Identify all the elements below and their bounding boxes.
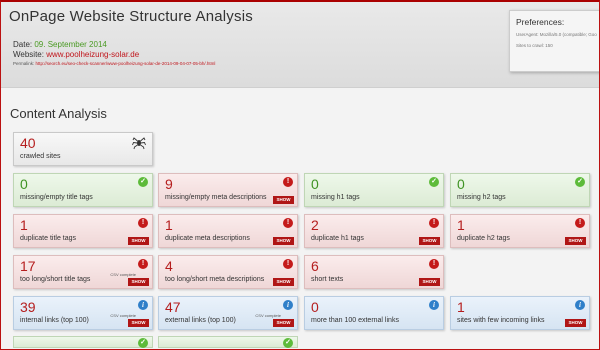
- check-icon: ✓: [575, 177, 585, 187]
- metric-card: 0 more than 100 external links i: [304, 296, 444, 330]
- metric-label: missing/empty meta descriptions: [165, 194, 267, 201]
- show-button[interactable]: SHOW: [128, 278, 149, 286]
- show-button[interactable]: SHOW: [273, 196, 294, 204]
- info-icon: i: [429, 300, 439, 310]
- alert-icon: !: [283, 177, 293, 187]
- metric-card: 2 duplicate h1 tags! SHOW: [304, 214, 444, 248]
- metric-card: 47 external links (top 100) i CSV complete S…: [158, 296, 298, 330]
- alert-icon: !: [429, 218, 439, 228]
- metric-card: 1 duplicate title tags! SHOW: [13, 214, 153, 248]
- metric-card: 6 short texts! SHOW: [304, 255, 444, 289]
- alert-icon: !: [138, 259, 148, 269]
- crawled-sites-card: 40 crawled sites: [13, 132, 153, 166]
- metric-label: duplicate title tags: [20, 235, 77, 242]
- metric-card: 17 too long/short title tags! CSV complete…: [13, 255, 153, 289]
- alert-icon: !: [575, 218, 585, 228]
- metric-label: duplicate h2 tags: [457, 235, 510, 242]
- metric-value: 1: [165, 217, 173, 233]
- show-button[interactable]: SHOW: [419, 278, 440, 286]
- alert-icon: !: [429, 259, 439, 269]
- metric-label: internal links (top 100): [20, 317, 89, 324]
- section-title: Content Analysis: [10, 106, 107, 121]
- metric-label: external links (top 100): [165, 317, 236, 324]
- metric-value: 4: [165, 258, 173, 274]
- metric-value: 1: [20, 217, 28, 233]
- metric-value: 17: [20, 258, 36, 274]
- metric-value: 1: [457, 217, 465, 233]
- csv-complete-link[interactable]: CSV complete: [110, 313, 136, 318]
- metric-value: 0: [20, 176, 28, 192]
- metric-label: short texts: [311, 276, 344, 283]
- preferences-sites-to-crawl: Sites to crawl: 150: [516, 43, 553, 48]
- show-button[interactable]: SHOW: [128, 237, 149, 245]
- metric-card: 39 internal links (top 100) i CSV complete S…: [13, 296, 153, 330]
- csv-complete-link[interactable]: CSV complete: [255, 313, 281, 318]
- report-date: Date: 09. September 2014: [13, 40, 107, 49]
- preferences-title: Preferences:: [516, 17, 565, 27]
- partial-card-1: ✓: [13, 336, 153, 348]
- crawled-sites-label: crawled sites: [20, 153, 61, 160]
- metric-card: 1 sites with few incoming links i SHOW: [450, 296, 590, 330]
- metric-label: missing h2 tags: [457, 194, 506, 201]
- show-button[interactable]: SHOW: [273, 319, 294, 327]
- metric-card: 1 duplicate h2 tags! SHOW: [450, 214, 590, 248]
- metric-card: 0 missing h1 tags ✓: [304, 173, 444, 207]
- show-button[interactable]: SHOW: [565, 319, 586, 327]
- alert-icon: !: [283, 218, 293, 228]
- check-icon: ✓: [138, 338, 148, 348]
- metric-value: 0: [311, 299, 319, 315]
- metric-value: 6: [311, 258, 319, 274]
- spider-icon: [132, 137, 146, 150]
- alert-icon: !: [283, 259, 293, 269]
- page-title: OnPage Website Structure Analysis: [9, 8, 253, 25]
- metric-label: missing h1 tags: [311, 194, 360, 201]
- metric-value: 1: [457, 299, 465, 315]
- metric-label: more than 100 external links: [311, 317, 399, 324]
- date-value: 09. September 2014: [34, 40, 107, 49]
- date-label: Date:: [13, 40, 33, 49]
- info-icon: i: [283, 300, 293, 310]
- info-icon: i: [138, 300, 148, 310]
- metric-value: 2: [311, 217, 319, 233]
- metric-value: 39: [20, 299, 36, 315]
- metric-card: 0 missing/empty title tags ✓: [13, 173, 153, 207]
- metric-value: 0: [311, 176, 319, 192]
- report-permalink: Permalink: http://seorch.eu/seo-check-sc…: [13, 61, 215, 66]
- metric-label: duplicate meta descriptions: [165, 235, 250, 242]
- metric-label: sites with few incoming links: [457, 317, 545, 324]
- metric-label: too long/short title tags: [20, 276, 91, 283]
- crawled-sites-value: 40: [20, 135, 36, 151]
- metric-label: too long/short meta descriptions: [165, 276, 265, 283]
- report-website: Website: www.poolheizung-solar.de: [13, 50, 139, 59]
- check-icon: ✓: [283, 338, 293, 348]
- website-link[interactable]: www.poolheizung-solar.de: [46, 50, 139, 59]
- report-header: OnPage Website Structure Analysis Date: …: [1, 2, 599, 88]
- info-icon: i: [575, 300, 585, 310]
- show-button[interactable]: SHOW: [273, 278, 294, 286]
- metric-label: missing/empty title tags: [20, 194, 93, 201]
- permalink-label: Permalink:: [13, 61, 35, 66]
- show-button[interactable]: SHOW: [565, 237, 586, 245]
- metric-value: 47: [165, 299, 181, 315]
- check-icon: ✓: [429, 177, 439, 187]
- csv-complete-link[interactable]: CSV complete: [110, 272, 136, 277]
- show-button[interactable]: SHOW: [419, 237, 440, 245]
- metric-card: 4 too long/short meta descriptions! SHOW: [158, 255, 298, 289]
- website-label: Website:: [13, 50, 44, 59]
- metric-card: 0 missing h2 tags ✓: [450, 173, 590, 207]
- preferences-useragent: UserAgent: Mozilla/5.0 (compatible; Goo: [516, 32, 597, 37]
- window-frame: OnPage Website Structure Analysis Date: …: [0, 0, 600, 350]
- permalink-link[interactable]: http://seorch.eu/seo-check-scanner/www-p…: [36, 61, 216, 66]
- metric-card: 1 duplicate meta descriptions! SHOW: [158, 214, 298, 248]
- partial-card-2: ✓: [158, 336, 298, 348]
- check-icon: ✓: [138, 177, 148, 187]
- metric-value: 0: [457, 176, 465, 192]
- preferences-panel: Preferences: UserAgent: Mozilla/5.0 (com…: [509, 10, 599, 72]
- metric-card: 9 missing/empty meta descriptions! SHOW: [158, 173, 298, 207]
- alert-icon: !: [138, 218, 148, 228]
- metric-label: duplicate h1 tags: [311, 235, 364, 242]
- show-button[interactable]: SHOW: [128, 319, 149, 327]
- show-button[interactable]: SHOW: [273, 237, 294, 245]
- metric-value: 9: [165, 176, 173, 192]
